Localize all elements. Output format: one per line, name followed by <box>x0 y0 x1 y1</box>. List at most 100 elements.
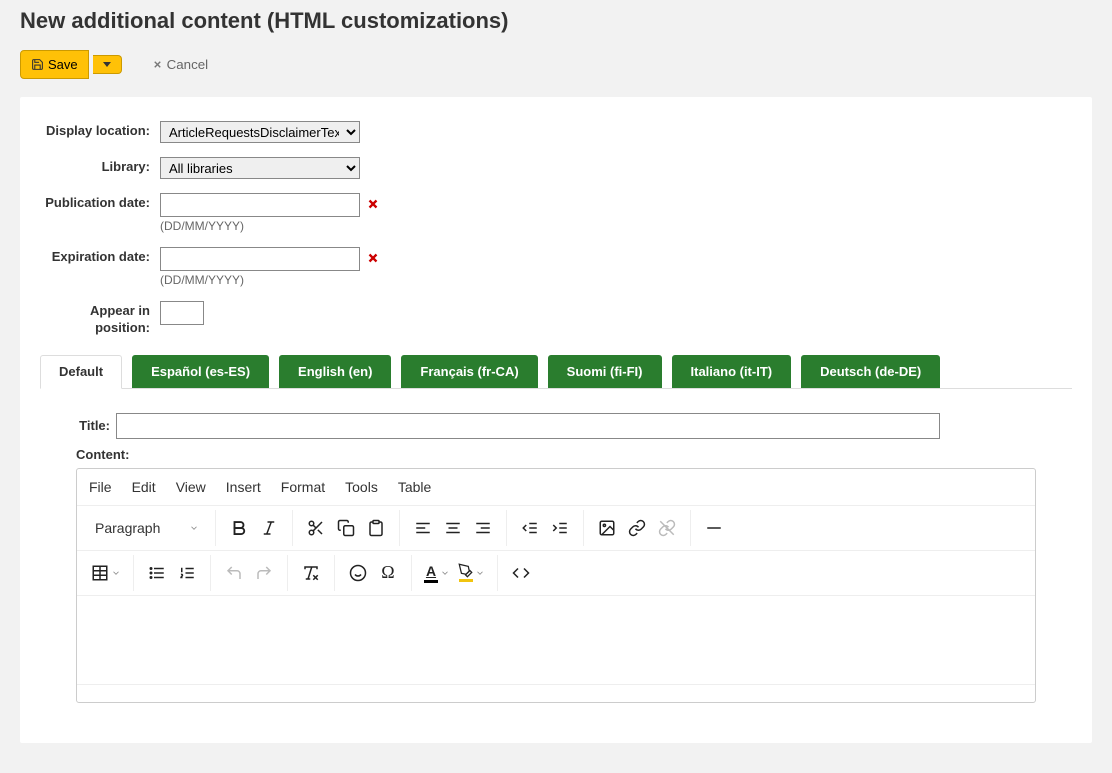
code-icon <box>512 564 530 582</box>
appear-position-input[interactable] <box>160 301 204 325</box>
horizontal-rule-button[interactable] <box>699 513 729 543</box>
insert-link-button[interactable] <box>622 513 652 543</box>
special-char-button[interactable]: Ω <box>373 558 403 588</box>
tab-fi[interactable]: Suomi (fi-FI) <box>548 355 662 388</box>
clear-icon <box>366 251 380 265</box>
undo-icon <box>225 564 243 582</box>
editor-footer <box>77 684 1035 702</box>
clear-expiration-date-button[interactable] <box>366 251 380 268</box>
menu-view[interactable]: View <box>176 479 206 495</box>
indent-button[interactable] <box>545 513 575 543</box>
unlink-icon <box>658 519 676 537</box>
indent-icon <box>551 519 569 537</box>
link-icon <box>628 519 646 537</box>
clear-publication-date-button[interactable] <box>366 197 380 214</box>
align-left-icon <box>414 519 432 537</box>
numbered-list-button[interactable] <box>172 558 202 588</box>
outdent-button[interactable] <box>515 513 545 543</box>
cut-button[interactable] <box>301 513 331 543</box>
align-center-icon <box>444 519 462 537</box>
undo-button[interactable] <box>219 558 249 588</box>
cancel-button[interactable]: Cancel <box>144 51 217 78</box>
background-color-button[interactable] <box>454 558 489 588</box>
clear-formatting-button[interactable] <box>296 558 326 588</box>
cut-icon <box>307 519 325 537</box>
display-location-label: Display location: <box>40 121 160 140</box>
menu-edit[interactable]: Edit <box>132 479 156 495</box>
paragraph-format-select[interactable]: Paragraph <box>87 516 207 540</box>
editor-canvas[interactable] <box>77 596 1035 684</box>
expiration-date-label: Expiration date: <box>40 247 160 266</box>
chevron-down-icon <box>475 568 485 578</box>
tab-it[interactable]: Italiano (it-IT) <box>672 355 792 388</box>
menu-format[interactable]: Format <box>281 479 325 495</box>
menu-file[interactable]: File <box>89 479 112 495</box>
paste-button[interactable] <box>361 513 391 543</box>
library-label: Library: <box>40 157 160 176</box>
source-code-button[interactable] <box>506 558 536 588</box>
unlink-button[interactable] <box>652 513 682 543</box>
insert-image-button[interactable] <box>592 513 622 543</box>
tab-en[interactable]: English (en) <box>279 355 391 388</box>
menu-tools[interactable]: Tools <box>345 479 378 495</box>
expiration-date-hint: (DD/MM/YYYY) <box>160 273 380 287</box>
language-tabs: Default Español (es-ES) English (en) Fra… <box>40 355 1072 389</box>
save-icon <box>31 58 44 71</box>
publication-date-hint: (DD/MM/YYYY) <box>160 219 380 233</box>
menu-table[interactable]: Table <box>398 479 431 495</box>
tab-de[interactable]: Deutsch (de-DE) <box>801 355 940 388</box>
expiration-date-input[interactable] <box>160 247 360 271</box>
numbered-list-icon <box>178 564 196 582</box>
save-button[interactable]: Save <box>20 50 89 79</box>
italic-icon <box>260 519 278 537</box>
table-icon <box>91 564 109 582</box>
emoji-icon <box>349 564 367 582</box>
paste-icon <box>367 519 385 537</box>
publication-date-input[interactable] <box>160 193 360 217</box>
bold-icon <box>230 519 248 537</box>
tab-default[interactable]: Default <box>40 355 122 389</box>
italic-button[interactable] <box>254 513 284 543</box>
horizontal-rule-icon <box>705 519 723 537</box>
tab-fr[interactable]: Français (fr-CA) <box>401 355 537 388</box>
title-input[interactable] <box>116 413 940 439</box>
bullet-list-icon <box>148 564 166 582</box>
title-label: Title: <box>76 418 110 433</box>
align-right-button[interactable] <box>468 513 498 543</box>
save-dropdown-button[interactable] <box>93 55 122 74</box>
menu-insert[interactable]: Insert <box>226 479 261 495</box>
chevron-down-icon <box>111 568 121 578</box>
redo-button[interactable] <box>249 558 279 588</box>
rich-text-editor: File Edit View Insert Format Tools Table… <box>76 468 1036 703</box>
clear-icon <box>366 197 380 211</box>
publication-date-label: Publication date: <box>40 193 160 212</box>
tab-es[interactable]: Español (es-ES) <box>132 355 269 388</box>
insert-table-button[interactable] <box>87 558 125 588</box>
text-color-icon: A <box>426 563 436 579</box>
chevron-down-icon <box>189 523 199 533</box>
align-left-button[interactable] <box>408 513 438 543</box>
form-panel: Display location: ArticleRequestsDisclai… <box>20 97 1092 743</box>
outdent-icon <box>521 519 539 537</box>
close-icon <box>152 59 163 70</box>
chevron-down-icon <box>103 62 111 67</box>
clear-formatting-icon <box>302 564 320 582</box>
library-select[interactable]: All libraries <box>160 157 360 179</box>
emoji-button[interactable] <box>343 558 373 588</box>
page-title: New additional content (HTML customizati… <box>20 8 1092 34</box>
bold-button[interactable] <box>224 513 254 543</box>
align-right-icon <box>474 519 492 537</box>
bullet-list-button[interactable] <box>142 558 172 588</box>
content-label: Content: <box>76 447 1036 462</box>
appear-position-label: Appear in position: <box>40 301 160 337</box>
omega-icon: Ω <box>381 562 394 583</box>
highlight-icon <box>458 563 473 578</box>
display-location-select[interactable]: ArticleRequestsDisclaimerText <box>160 121 360 143</box>
save-button-label: Save <box>48 57 78 72</box>
paragraph-format-label: Paragraph <box>95 520 160 536</box>
align-center-button[interactable] <box>438 513 468 543</box>
copy-button[interactable] <box>331 513 361 543</box>
redo-icon <box>255 564 273 582</box>
text-color-button[interactable]: A <box>420 558 454 588</box>
chevron-down-icon <box>440 568 450 578</box>
